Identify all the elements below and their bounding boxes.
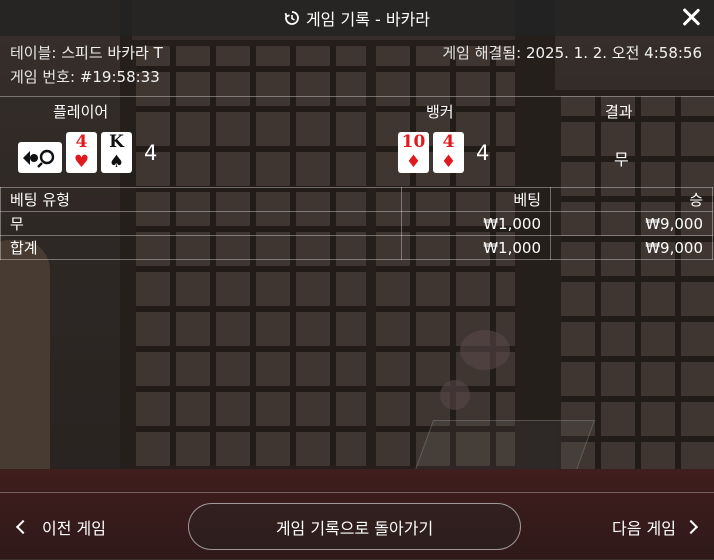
prev-game-label: 이전 게임 — [42, 519, 106, 538]
chevron-left-icon — [15, 519, 31, 535]
header-bar: 게임 기록 - 바카라 — [0, 0, 714, 36]
banker-total: 4 — [476, 140, 490, 165]
bet-amount-cell: ₩1,000 — [401, 235, 551, 260]
table-row: 무 ₩1,000 ₩9,000 — [0, 211, 713, 236]
win-amount-cell: ₩9,000 — [550, 211, 713, 236]
bet-type-header: 베팅 유형 — [0, 187, 402, 212]
table-label: 테이블: — [10, 44, 57, 62]
win-amount-header: 승 — [550, 187, 713, 212]
banker-card: 10 ♦ — [398, 132, 429, 173]
bet-type-cell: 무 — [0, 211, 402, 236]
bets-header-row: 베팅 유형 베팅 승 — [0, 187, 713, 212]
close-icon[interactable] — [680, 6, 702, 28]
game-number-value: #19:58:33 — [79, 68, 160, 86]
bet-type-cell: 합계 — [0, 235, 402, 260]
game-number-info: 게임 번호: #19:58:33 — [10, 66, 160, 87]
resolved-info: 게임 해결됨: 2025. 1. 2. 오전 4:58:56 — [442, 42, 702, 63]
bet-amount-header: 베팅 — [401, 187, 551, 212]
player-card: 4 ♥ — [66, 132, 97, 173]
banker-card: 4 ♦ — [433, 132, 464, 173]
history-icon — [284, 11, 299, 25]
resolved-label: 게임 해결됨: — [442, 44, 522, 62]
prev-game-button[interactable]: 이전 게임 — [15, 515, 106, 539]
result-heading: 결과 — [605, 103, 633, 121]
resolved-value: 2025. 1. 2. 오전 4:58:56 — [525, 44, 702, 62]
next-game-button[interactable]: 다음 게임 — [612, 515, 699, 539]
divider — [0, 96, 714, 97]
player-total: 4 — [144, 140, 158, 165]
bet-amount-cell: ₩1,000 — [401, 211, 551, 236]
card-back-icon — [23, 149, 55, 168]
table-value: 스피드 바카라 T — [61, 44, 163, 62]
player-heading: 플레이어 — [53, 103, 109, 121]
table-row-total: 합계 ₩1,000 ₩9,000 — [0, 235, 713, 260]
chevron-right-icon — [683, 519, 699, 535]
back-to-history-button[interactable]: 게임 기록으로 돌아가기 — [188, 503, 521, 550]
table-info: 테이블: 스피드 바카라 T — [10, 42, 163, 63]
banker-heading: 뱅커 — [426, 103, 454, 121]
result-value: 무 — [614, 150, 629, 169]
player-card-hidden — [18, 142, 62, 173]
player-card: K ♠ — [101, 132, 132, 173]
player-hand: 4 ♥ K ♠ 4 — [18, 132, 157, 173]
banker-hand: 10 ♦ 4 ♦ 4 — [398, 132, 489, 173]
footer-bar: 이전 게임 게임 기록으로 돌아가기 다음 게임 — [0, 492, 714, 560]
win-amount-cell: ₩9,000 — [550, 235, 713, 260]
bets-table: 베팅 유형 베팅 승 무 ₩1,000 ₩9,000 합계 ₩1,000 ₩9,… — [0, 187, 713, 260]
next-game-label: 다음 게임 — [612, 519, 676, 538]
game-number-label: 게임 번호: — [10, 68, 76, 86]
window-title: 게임 기록 - 바카라 — [305, 10, 431, 29]
